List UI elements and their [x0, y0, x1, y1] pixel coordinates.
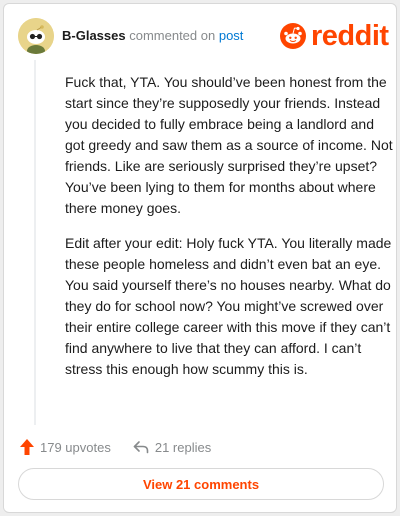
avatar[interactable]: [18, 18, 54, 54]
comment-body: Fuck that, YTA. You should’ve been hones…: [65, 72, 396, 394]
comment-paragraph: Fuck that, YTA. You should’ve been hones…: [65, 74, 393, 216]
upvote-count: 179 upvotes: [40, 439, 111, 455]
upvote-button[interactable]: 179 upvotes: [20, 439, 111, 455]
username[interactable]: B-Glasses: [62, 28, 126, 43]
reddit-wordmark: reddit: [311, 20, 389, 52]
upvote-arrow-icon: [20, 439, 34, 455]
reply-arrow-icon: [133, 441, 149, 454]
comment-header: B-Glasses commented on post: [62, 28, 243, 43]
comment-paragraph: Edit after your edit: Holy fuck YTA. You…: [65, 235, 392, 377]
reddit-logo[interactable]: reddit: [280, 20, 389, 52]
snoo-avatar-icon: [18, 18, 54, 54]
comment-card: B-Glasses commented on post reddit Fuck …: [3, 3, 397, 513]
reply-count: 21 replies: [154, 439, 212, 455]
comment-actions: 179 upvotes 21 replies: [20, 436, 211, 458]
commented-on-label: commented on: [129, 28, 216, 43]
thread-line[interactable]: [34, 60, 36, 425]
view-comments-button[interactable]: View 21 comments: [18, 468, 384, 500]
reddit-snoo-icon: [280, 23, 306, 49]
post-link[interactable]: post: [219, 28, 244, 43]
replies-button[interactable]: 21 replies: [133, 440, 211, 455]
